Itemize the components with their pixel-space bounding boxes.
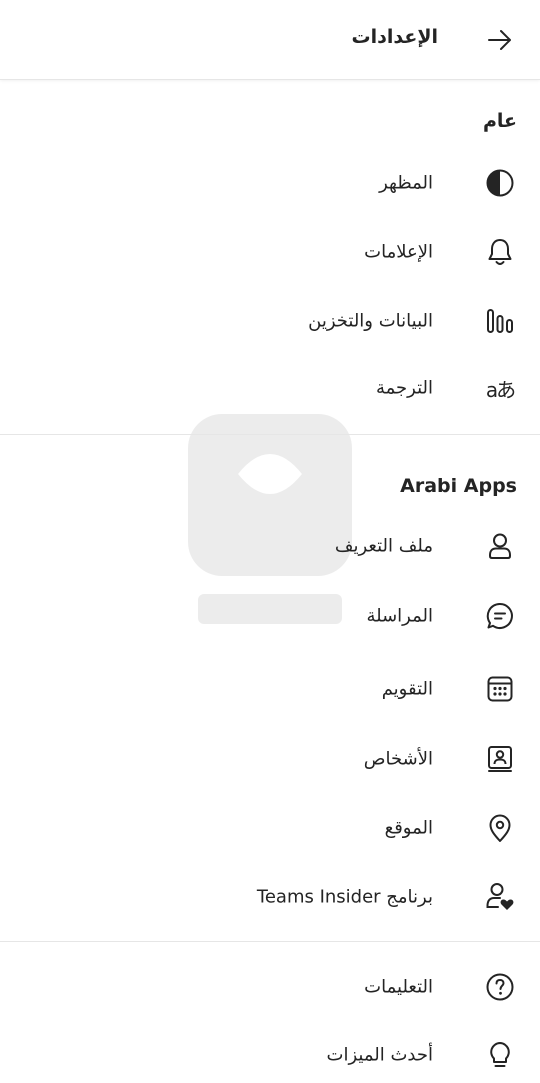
location-pin-icon	[484, 812, 516, 844]
item-label: أحدث الميزات	[326, 1044, 433, 1066]
settings-item-calendar[interactable]: التقويم	[0, 661, 540, 717]
item-label: المظهر	[379, 172, 433, 194]
app-header: الإعدادات	[0, 0, 540, 80]
translate-glyph: aあ	[485, 377, 516, 402]
settings-item-appearance[interactable]: المظهر	[0, 155, 540, 211]
contacts-icon	[484, 743, 516, 775]
settings-item-profile[interactable]: ملف التعريف	[0, 518, 540, 574]
bell-icon	[484, 236, 516, 268]
item-label: المراسلة	[366, 605, 433, 627]
section-divider	[0, 434, 540, 435]
item-label: برنامج Teams Insider	[256, 886, 433, 908]
item-label: التعليمات	[364, 976, 433, 998]
settings-item-location[interactable]: الموقع	[0, 800, 540, 856]
person-icon	[484, 530, 516, 562]
settings-item-notifications[interactable]: الإعلامات	[0, 224, 540, 280]
item-label: ملف التعريف	[334, 535, 433, 557]
settings-item-data-storage[interactable]: البيانات والتخزين	[0, 293, 540, 349]
contrast-icon	[484, 167, 516, 199]
item-label: الأشخاص	[363, 748, 433, 770]
back-button[interactable]	[484, 24, 516, 56]
settings-item-whats-new[interactable]: أحدث الميزات	[0, 1027, 540, 1083]
item-label: التقويم	[381, 678, 433, 700]
help-icon	[484, 971, 516, 1003]
person-heart-icon	[484, 881, 516, 913]
section-divider	[0, 941, 540, 942]
settings-item-people[interactable]: الأشخاص	[0, 731, 540, 787]
item-label: البيانات والتخزين	[308, 310, 433, 332]
data-bars-icon	[484, 305, 516, 337]
section-title-general: عام	[482, 110, 517, 132]
arrow-right-icon	[488, 30, 511, 50]
calendar-icon	[484, 673, 516, 705]
item-label: الترجمة	[375, 377, 433, 399]
page-title: الإعدادات	[351, 26, 438, 48]
section-title-apps: Arabi Apps	[400, 475, 517, 497]
settings-item-help[interactable]: التعليمات	[0, 959, 540, 1015]
settings-item-teams-insider[interactable]: برنامج Teams Insider	[0, 869, 540, 925]
chat-icon	[484, 600, 516, 632]
settings-item-messaging[interactable]: المراسلة	[0, 588, 540, 644]
item-label: الموقع	[384, 817, 433, 839]
item-label: الإعلامات	[364, 241, 433, 263]
lightbulb-icon	[484, 1039, 516, 1071]
settings-item-translation[interactable]: الترجمة aあ	[0, 360, 540, 416]
translate-icon: aあ	[484, 372, 516, 404]
